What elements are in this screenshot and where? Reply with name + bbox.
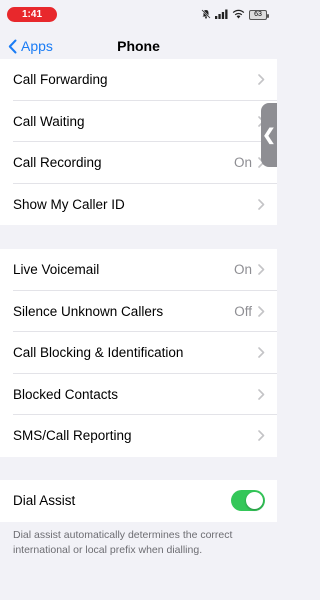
dial-assist-toggle[interactable] (231, 490, 265, 512)
chevron-left-icon: ❮ (262, 127, 276, 144)
chevron-right-icon (258, 347, 265, 359)
row-silence-unknown-callers[interactable]: Silence Unknown Callers Off (0, 291, 277, 333)
wifi-icon (232, 6, 245, 24)
settings-group-dial-assist: Dial Assist (0, 480, 277, 522)
toggle-knob (246, 492, 263, 510)
row-label: Call Recording (13, 155, 102, 171)
nav-bar: Apps Phone (0, 30, 277, 62)
row-call-forwarding[interactable]: Call Forwarding (0, 59, 277, 101)
row-call-recording[interactable]: Call Recording On (0, 142, 277, 184)
row-sms-call-reporting[interactable]: SMS/Call Reporting (0, 415, 277, 457)
row-label: Call Blocking & Identification (13, 345, 184, 361)
row-value: On (233, 262, 252, 278)
row-live-voicemail[interactable]: Live Voicemail On (0, 249, 277, 291)
chevron-right-icon (258, 430, 265, 442)
status-icons: 63 (201, 6, 269, 24)
row-label: Show My Caller ID (13, 196, 125, 212)
row-label: Silence Unknown Callers (13, 303, 164, 319)
row-label: Call Waiting (13, 113, 85, 129)
row-show-caller-id[interactable]: Show My Caller ID (0, 184, 277, 226)
chevron-right-icon (258, 305, 265, 317)
chevron-right-icon (258, 198, 265, 210)
row-label: Live Voicemail (13, 262, 100, 278)
status-bar: 1:41 63 (0, 0, 277, 30)
settings-group-screening: Live Voicemail On Silence Unknown Caller… (0, 249, 277, 457)
signal-icon (215, 6, 228, 24)
row-label: SMS/Call Reporting (13, 428, 132, 444)
row-value: On (233, 155, 252, 171)
battery-icon: 63 (249, 10, 269, 20)
row-call-blocking[interactable]: Call Blocking & Identification (0, 332, 277, 374)
chevron-right-icon (258, 264, 265, 276)
row-call-waiting[interactable]: Call Waiting (0, 101, 277, 143)
status-time[interactable]: 1:41 (7, 7, 57, 22)
row-label: Dial Assist (13, 493, 76, 509)
row-dial-assist: Dial Assist (0, 480, 277, 522)
bell-slash-icon (201, 6, 211, 24)
page-title: Phone (117, 38, 160, 54)
row-label: Call Forwarding (13, 72, 108, 88)
row-value: Off (234, 303, 252, 319)
chevron-right-icon (258, 388, 265, 400)
row-label: Blocked Contacts (13, 386, 119, 402)
row-blocked-contacts[interactable]: Blocked Contacts (0, 374, 277, 416)
chevron-right-icon (258, 74, 265, 86)
settings-group-calls: Call Forwarding Call Waiting Call Record… (0, 59, 277, 225)
dial-assist-footer: Dial assist automatically determines the… (13, 529, 233, 556)
side-handle[interactable]: ❮ (261, 103, 277, 167)
